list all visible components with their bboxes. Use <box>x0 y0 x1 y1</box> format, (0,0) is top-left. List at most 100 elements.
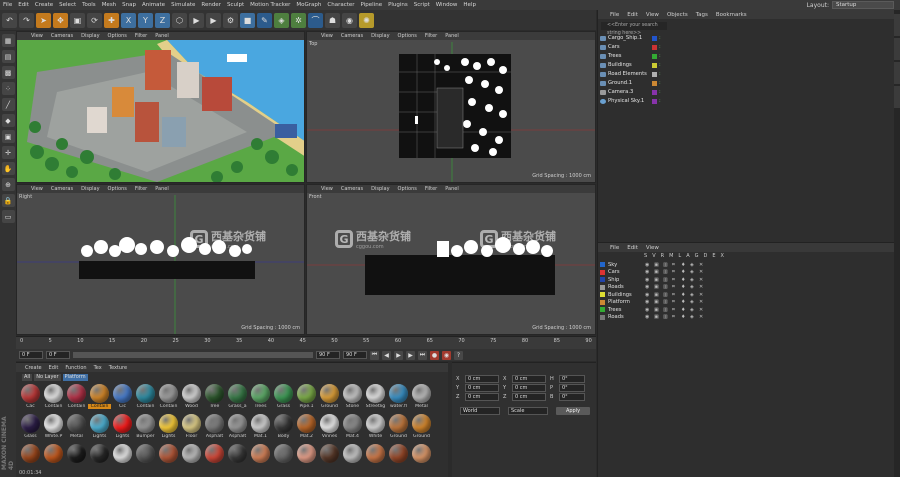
goto-start-icon[interactable]: ⏮ <box>370 350 379 360</box>
layer-toggle-icon[interactable]: ◉ <box>645 277 651 283</box>
material-swatch[interactable]: Stone <box>341 384 364 414</box>
layer-toggle-icon[interactable]: ◉ <box>645 262 651 268</box>
material-filter-platform[interactable]: Platform <box>62 374 88 381</box>
layer-toggle-icon[interactable]: ▣ <box>654 262 660 268</box>
layer-toggle-icon[interactable]: ✕ <box>699 292 705 298</box>
material-filter-all[interactable]: All <box>22 374 33 381</box>
material-swatch[interactable]: Body <box>272 414 295 444</box>
menu-item-snap[interactable]: Snap <box>122 2 136 8</box>
material-swatch[interactable] <box>111 444 134 474</box>
layer-color-swatch[interactable] <box>600 299 605 305</box>
size-field[interactable]: 0 cm <box>512 393 546 401</box>
material-swatch[interactable]: Grass <box>272 384 295 414</box>
material-swatch[interactable]: Trees <box>249 384 272 414</box>
material-menu-function[interactable]: Function <box>65 365 86 371</box>
menu-item-script[interactable]: Script <box>414 2 430 8</box>
material-swatch[interactable]: Lights <box>111 414 134 444</box>
visibility-dots-icon[interactable]: : <box>659 80 661 86</box>
menu-item-motion-tracker[interactable]: Motion Tracker <box>250 2 290 8</box>
layer-toggle-icon[interactable]: ◉ <box>645 299 651 305</box>
layer-toggle-icon[interactable]: ♦ <box>681 277 687 283</box>
object-menu-edit[interactable]: Edit <box>627 12 638 18</box>
menu-item-pipeline[interactable]: Pipeline <box>361 2 383 8</box>
visibility-dots-icon[interactable]: : <box>659 44 661 50</box>
camera-icon[interactable]: ◉ <box>342 12 357 28</box>
object-menu-tags[interactable]: Tags <box>696 12 708 18</box>
dock-tab[interactable] <box>894 62 900 84</box>
workplane-icon[interactable]: ▭ <box>1 210 15 223</box>
apply-button[interactable]: Apply <box>556 407 590 415</box>
material-swatch[interactable]: water.fl <box>387 384 410 414</box>
material-swatch[interactable] <box>134 444 157 474</box>
layer-toggle-icon[interactable]: ✕ <box>699 269 705 275</box>
layer-toggle-icon[interactable]: ◈ <box>690 262 696 268</box>
layer-color-swatch[interactable] <box>600 292 605 297</box>
material-swatch[interactable] <box>295 444 318 474</box>
layer-tag[interactable] <box>652 62 657 68</box>
layer-toggle-icon[interactable]: ◉ <box>645 269 651 275</box>
material-swatch[interactable]: Lights <box>88 414 111 444</box>
layer-toggle-icon[interactable]: ▥ <box>663 262 669 268</box>
position-field[interactable]: 0 cm <box>465 375 499 383</box>
undo-icon[interactable]: ↶ <box>2 12 17 28</box>
max-frame-field[interactable]: 90 F <box>343 351 367 359</box>
layer-tag[interactable] <box>652 35 657 41</box>
material-swatch[interactable]: Contain <box>65 384 88 414</box>
layer-toggle-icon[interactable]: ▣ <box>654 299 660 305</box>
render-icon[interactable]: ▶ <box>206 12 221 28</box>
menu-item-window[interactable]: Window <box>436 2 458 8</box>
layer-toggle-icon[interactable]: ⌗ <box>672 314 678 320</box>
keyframe-icon[interactable]: ? <box>454 350 463 360</box>
layer-toggle-icon[interactable]: ▣ <box>654 292 660 298</box>
menu-item-tools[interactable]: Tools <box>82 2 96 8</box>
y-axis-icon[interactable]: Y <box>138 12 153 28</box>
layer-toggle-icon[interactable]: ◉ <box>645 292 651 298</box>
material-swatch[interactable]: White.P <box>42 414 65 444</box>
object-row[interactable]: Cargo_Ship.1: <box>600 34 890 42</box>
layer-toggle-icon[interactable]: ♦ <box>681 284 687 290</box>
layer-tag[interactable] <box>652 89 657 95</box>
material-swatch[interactable]: Contain <box>42 384 65 414</box>
object-menu-bookmarks[interactable]: Bookmarks <box>716 12 747 18</box>
layer-row[interactable]: Roads ◉ ▣ ▥ ⌗ ♦ ◈ ✕ <box>600 284 705 291</box>
material-swatch[interactable]: Ground <box>387 414 410 444</box>
render-view-icon[interactable]: ▶ <box>189 12 204 28</box>
layout-dropdown[interactable]: Startup <box>832 1 894 9</box>
material-menu-create[interactable]: Create <box>25 365 42 371</box>
perspective-viewport[interactable]: View Cameras Display Options Filter Panel <box>16 31 305 183</box>
material-swatch[interactable]: Vinnes <box>318 414 341 444</box>
material-swatch[interactable]: Bumper <box>134 414 157 444</box>
layer-menu-edit[interactable]: Edit <box>627 245 638 251</box>
layer-toggle-icon[interactable]: ◉ <box>645 307 651 313</box>
object-row[interactable]: Camera.3: <box>600 88 890 96</box>
menu-item-animate[interactable]: Animate <box>142 2 165 8</box>
layer-toggle-icon[interactable]: ♦ <box>681 299 687 305</box>
material-swatch[interactable]: Metal <box>65 414 88 444</box>
menu-item-create[interactable]: Create <box>35 2 53 8</box>
layer-toggle-icon[interactable]: ✕ <box>699 284 705 290</box>
layer-toggle-icon[interactable]: ◉ <box>645 284 651 290</box>
object-row[interactable]: Ground.1: <box>600 79 890 87</box>
layer-toggle-icon[interactable]: ⌗ <box>672 307 678 313</box>
layer-toggle-icon[interactable]: ♦ <box>681 314 687 320</box>
layer-color-swatch[interactable] <box>600 284 605 290</box>
array-icon[interactable]: ✲ <box>291 12 306 28</box>
layer-toggle-icon[interactable]: ◈ <box>690 307 696 313</box>
prev-key-icon[interactable]: ◀ <box>382 350 391 360</box>
menu-item-edit[interactable]: Edit <box>18 2 29 8</box>
layer-row[interactable]: Cars ◉ ▣ ▥ ⌗ ♦ ◈ ✕ <box>600 269 705 276</box>
material-swatch[interactable] <box>249 444 272 474</box>
material-swatch[interactable] <box>318 444 341 474</box>
material-filter-no-layer[interactable]: No Layer <box>34 374 61 381</box>
material-swatch[interactable] <box>410 444 433 474</box>
material-swatch[interactable]: Mat.2 <box>295 414 318 444</box>
visibility-dots-icon[interactable]: : <box>659 89 661 95</box>
layer-row[interactable]: Ship ◉ ▣ ▥ ⌗ ♦ ◈ ✕ <box>600 276 705 283</box>
layer-toggle-icon[interactable]: ⌗ <box>672 269 678 275</box>
size-field[interactable]: 0 cm <box>512 384 546 392</box>
material-swatch[interactable] <box>157 444 180 474</box>
layer-row[interactable]: Platform ◉ ▣ ▥ ⌗ ♦ ◈ ✕ <box>600 299 705 306</box>
uv-icon[interactable]: ▣ <box>1 130 15 143</box>
object-row[interactable]: Road Elements: <box>600 70 890 78</box>
layer-toggle-icon[interactable]: ♦ <box>681 292 687 298</box>
